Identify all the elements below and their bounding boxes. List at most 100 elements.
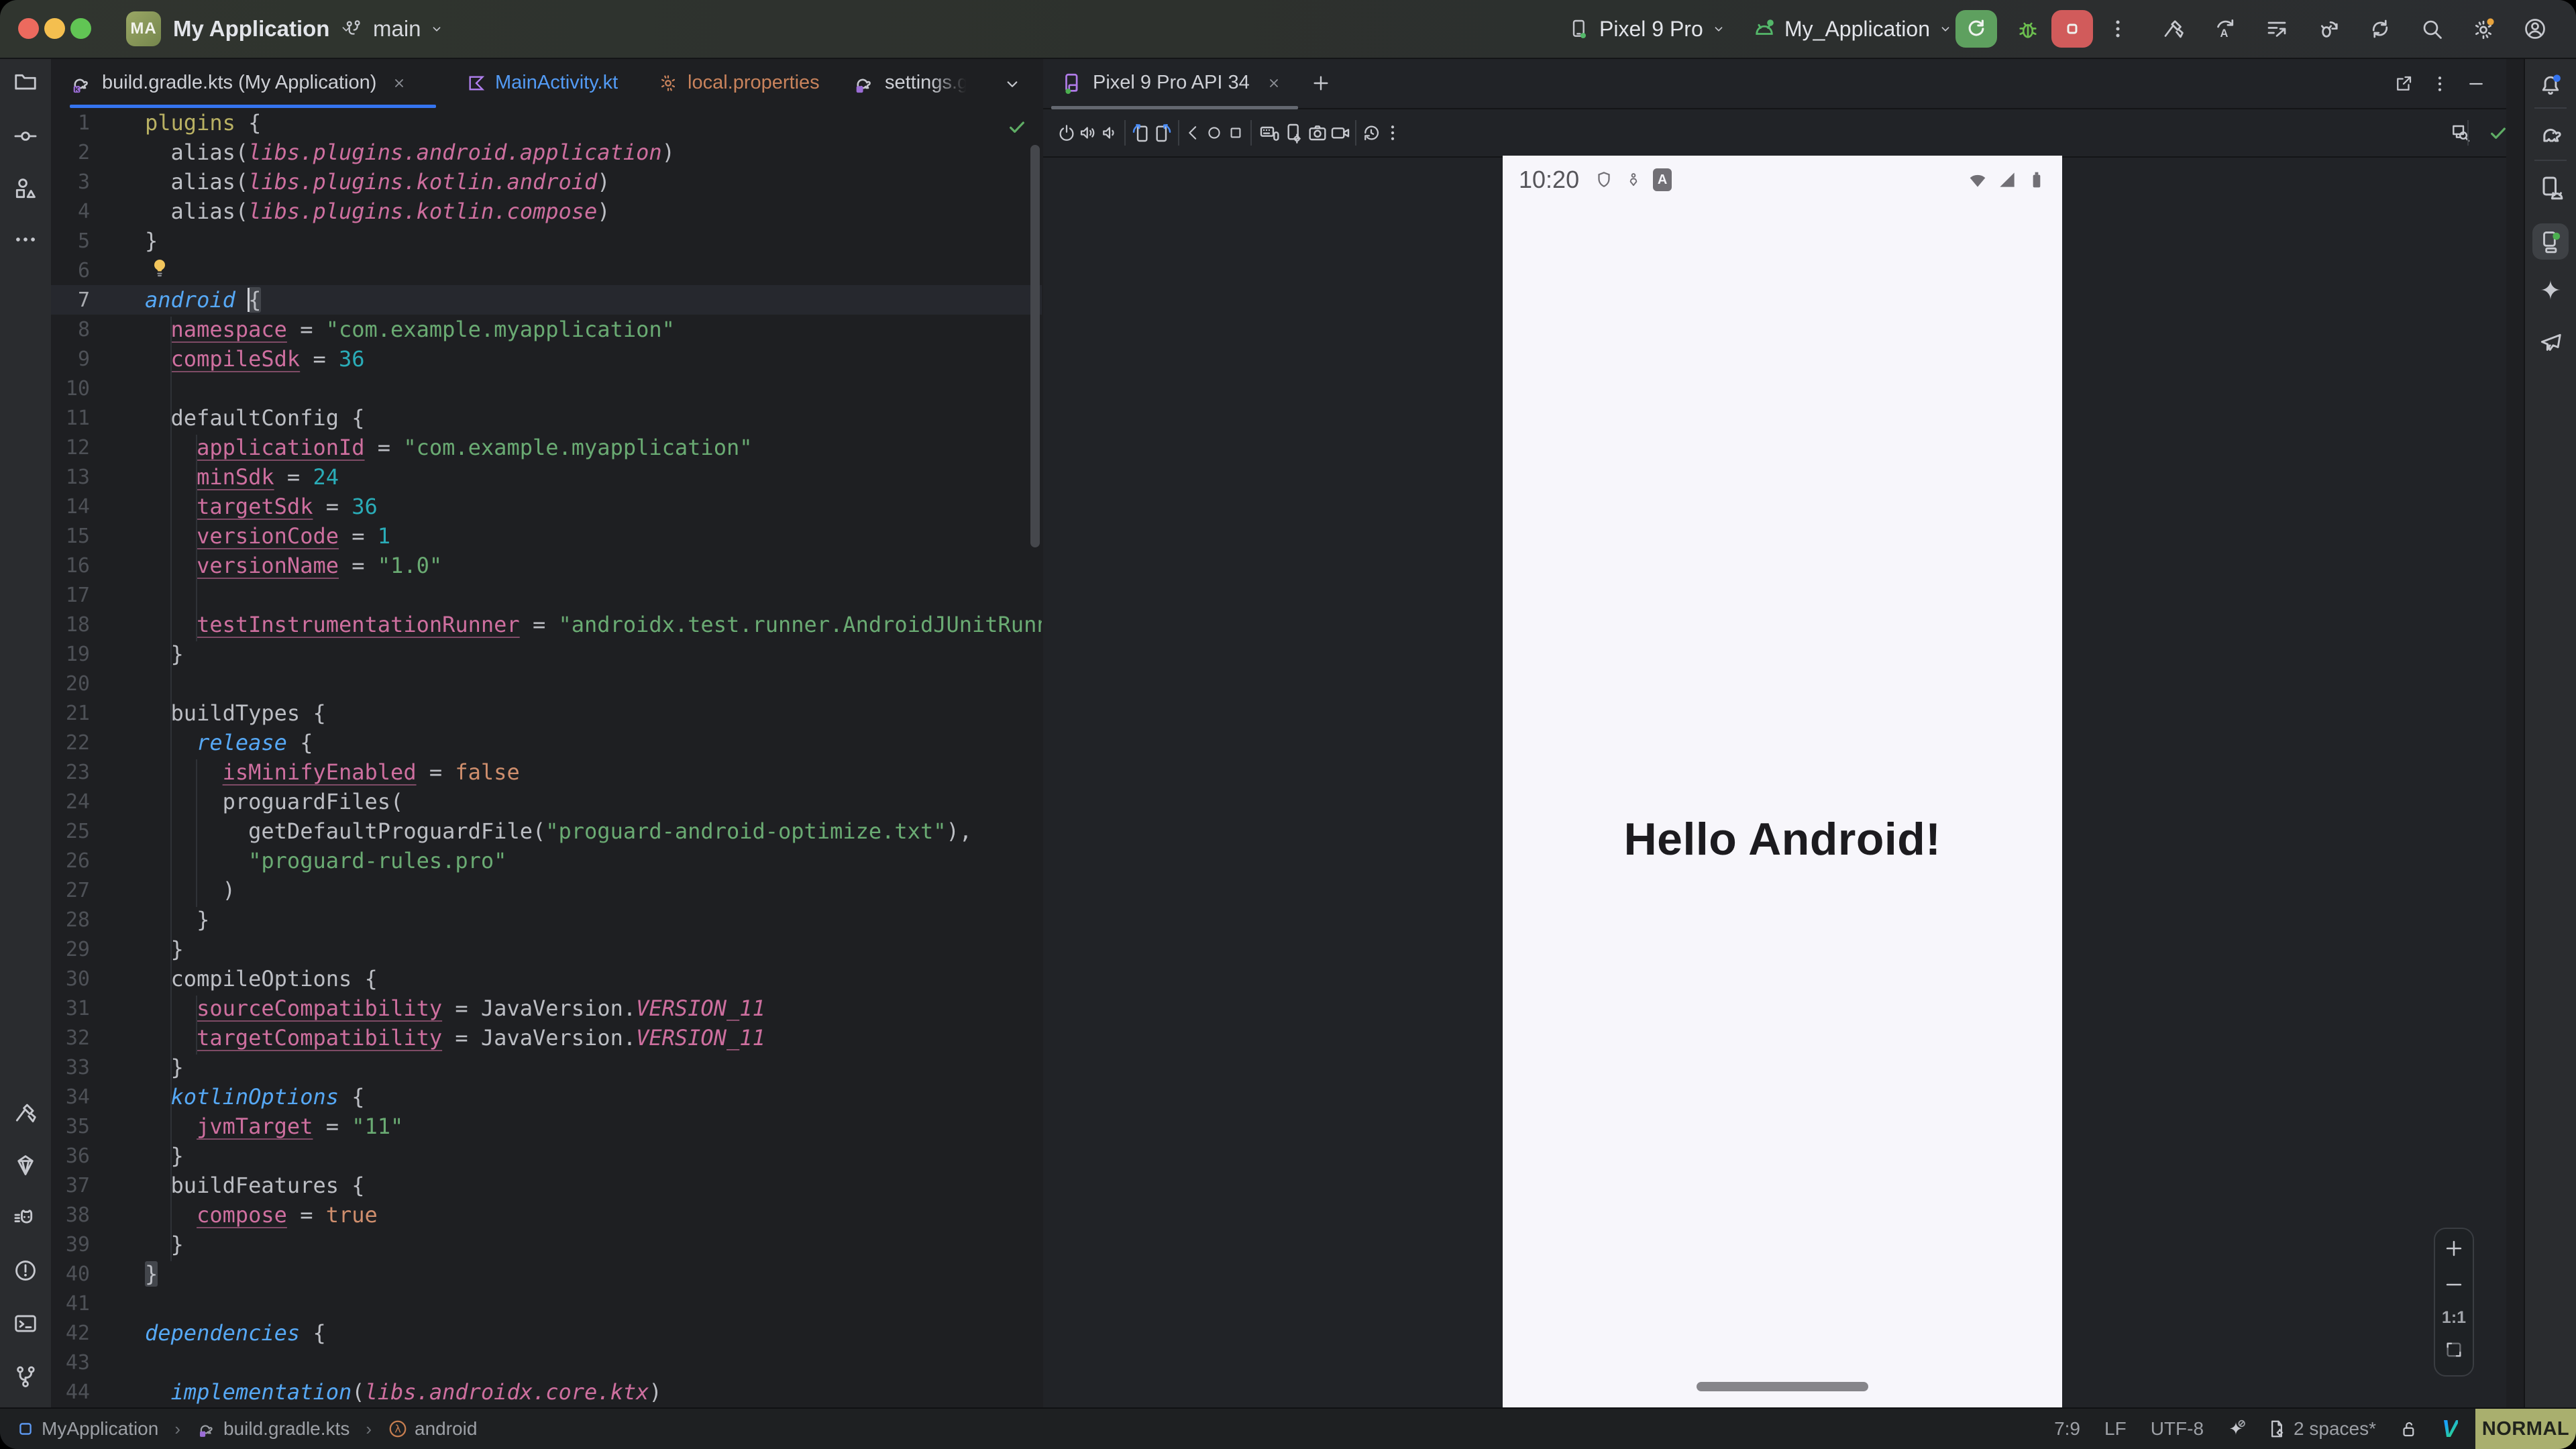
macos-zoom-button[interactable] [70,18,91,39]
code-line-24[interactable]: 24 proguardFiles( [51,787,1042,816]
apply-changes-button[interactable]: A [2213,17,2237,41]
code-line-13[interactable]: 13 minSdk = 24 [51,462,1042,492]
code-line-14[interactable]: 14 targetSdk = 36 [51,492,1042,521]
code-line-18[interactable]: 18 testInstrumentationRunner = "androidx… [51,610,1042,639]
emulator-screen[interactable]: 10:20 A Hello Android! [1503,156,2062,1409]
code-line-7[interactable]: 7android { [51,285,1042,315]
macos-close-button[interactable] [18,18,39,39]
running-devices-button[interactable] [2532,223,2569,260]
project-tool-button[interactable] [13,68,38,94]
notifications-button[interactable] [2538,72,2563,98]
more-tool-windows-button[interactable] [13,227,38,252]
rotate-left-button[interactable] [1130,122,1151,144]
back-button[interactable] [1183,123,1202,142]
code-line-32[interactable]: 32 targetCompatibility = JavaVersion.VER… [51,1023,1042,1053]
close-icon[interactable] [1266,75,1282,91]
gesture-navigation-handle[interactable] [1697,1382,1868,1391]
code-line-37[interactable]: 37 buildFeatures { [51,1171,1042,1200]
hardware-input-button[interactable] [1258,122,1280,144]
volume-up-button[interactable] [1078,123,1098,143]
build-tool-button[interactable] [13,1100,38,1126]
debug-button[interactable] [2016,17,2040,42]
panel-options-button[interactable] [2430,74,2450,94]
resource-manager-tool-button[interactable] [13,176,38,201]
profile-button[interactable] [2523,17,2547,41]
emulator-more-button[interactable] [1383,123,1403,143]
overview-button[interactable] [1226,123,1245,142]
code-line-12[interactable]: 12 applicationId = "com.example.myapplic… [51,433,1042,462]
readonly-lock-widget[interactable] [2399,1419,2419,1439]
breadcrumb-file[interactable]: build.gradle.kts [223,1418,350,1440]
rotate-right-button[interactable] [1152,122,1174,144]
intention-lightbulb-icon[interactable] [149,257,170,278]
line-separator-widget[interactable]: LF [2104,1418,2127,1440]
branch-switcher[interactable]: main [343,0,444,58]
tab-local-properties[interactable]: local.properties [658,59,820,107]
macos-minimize-button[interactable] [44,18,65,39]
code-line-3[interactable]: 3 alias(libs.plugins.kotlin.android) [51,167,1042,197]
tab-settings-gradle[interactable]: settings.g [853,59,968,107]
code-line-36[interactable]: 36 } [51,1141,1042,1171]
device-settings-button[interactable] [1283,122,1304,144]
screenshot-button[interactable] [1307,122,1328,144]
zoom-fit-button[interactable] [2443,1339,2465,1360]
inspections-ok-icon[interactable] [1006,116,1028,138]
code-line-6[interactable]: 6 [51,256,1042,285]
problems-tool-button[interactable] [13,1258,38,1283]
open-in-window-button[interactable] [2394,74,2414,94]
ai-assistant-status[interactable] [2226,1418,2248,1440]
code-editor[interactable]: 1plugins {2 alias(libs.plugins.android.a… [51,108,1042,1409]
device-selector[interactable]: Pixel 9 Pro [1568,0,1726,58]
code-line-34[interactable]: 34 kotlinOptions { [51,1082,1042,1112]
stop-button[interactable] [2051,10,2093,48]
terminal-tool-button[interactable] [13,1311,38,1336]
code-line-27[interactable]: 27 ) [51,875,1042,905]
power-button[interactable] [1057,123,1077,143]
editor-scrollbar[interactable] [1030,145,1040,547]
profiler-button[interactable] [2265,17,2289,41]
app-quality-insights-tool-button[interactable] [13,1152,38,1178]
settings-button[interactable] [2471,17,2496,41]
breadcrumb-element[interactable]: android [415,1418,477,1440]
more-run-options-button[interactable] [2106,17,2129,40]
code-line-40[interactable]: 40} [51,1259,1042,1289]
ideavim-widget[interactable]: V [2442,1415,2458,1443]
code-line-5[interactable]: 5} [51,226,1042,256]
code-line-35[interactable]: 35 jvmTarget = "11" [51,1112,1042,1141]
run-configuration-selector[interactable]: My_Application [1752,0,1953,58]
code-line-43[interactable]: 43 [51,1348,1042,1377]
snapshot-reset-button[interactable] [1361,123,1381,143]
gradle-tool-button[interactable] [2537,121,2564,148]
tab-pixel-9-pro-api-34[interactable]: Pixel 9 Pro API 34 [1061,59,1282,107]
code-line-11[interactable]: 11 defaultConfig { [51,403,1042,433]
zoom-out-button[interactable] [2443,1273,2465,1296]
code-line-21[interactable]: 21 buildTypes { [51,698,1042,728]
hide-panel-button[interactable] [2466,74,2486,94]
home-button[interactable] [1205,123,1224,142]
code-line-44[interactable]: 44 implementation(libs.androidx.core.ktx… [51,1377,1042,1407]
code-line-41[interactable]: 41 [51,1289,1042,1318]
code-line-10[interactable]: 10 [51,374,1042,403]
code-line-31[interactable]: 31 sourceCompatibility = JavaVersion.VER… [51,994,1042,1023]
code-line-22[interactable]: 22 release { [51,728,1042,757]
whats-new-button[interactable] [2538,331,2563,356]
code-line-2[interactable]: 2 alias(libs.plugins.android.application… [51,138,1042,167]
commit-tool-button[interactable] [13,123,38,149]
code-line-42[interactable]: 42dependencies { [51,1318,1042,1348]
code-line-8[interactable]: 8 namespace = "com.example.myapplication… [51,315,1042,344]
logcat-tool-button[interactable] [13,1205,38,1230]
code-line-16[interactable]: 16 versionName = "1.0" [51,551,1042,580]
project-switcher[interactable]: My Application [173,0,354,58]
code-line-17[interactable]: 17 [51,580,1042,610]
build-button[interactable] [2161,17,2186,41]
code-line-29[interactable]: 29 } [51,934,1042,964]
zoom-reset-button[interactable]: 1:1 [2442,1308,2466,1328]
search-everywhere-button[interactable] [2420,17,2444,41]
code-line-39[interactable]: 39 } [51,1230,1042,1259]
device-manager-button[interactable] [2537,174,2564,201]
vim-mode-badge[interactable]: NORMAL [2475,1409,2576,1449]
code-line-30[interactable]: 30 compileOptions { [51,964,1042,994]
version-control-tool-button[interactable] [13,1364,38,1389]
encoding-widget[interactable]: UTF-8 [2151,1418,2204,1440]
indent-widget[interactable]: 2 spaces* [2267,1418,2376,1440]
